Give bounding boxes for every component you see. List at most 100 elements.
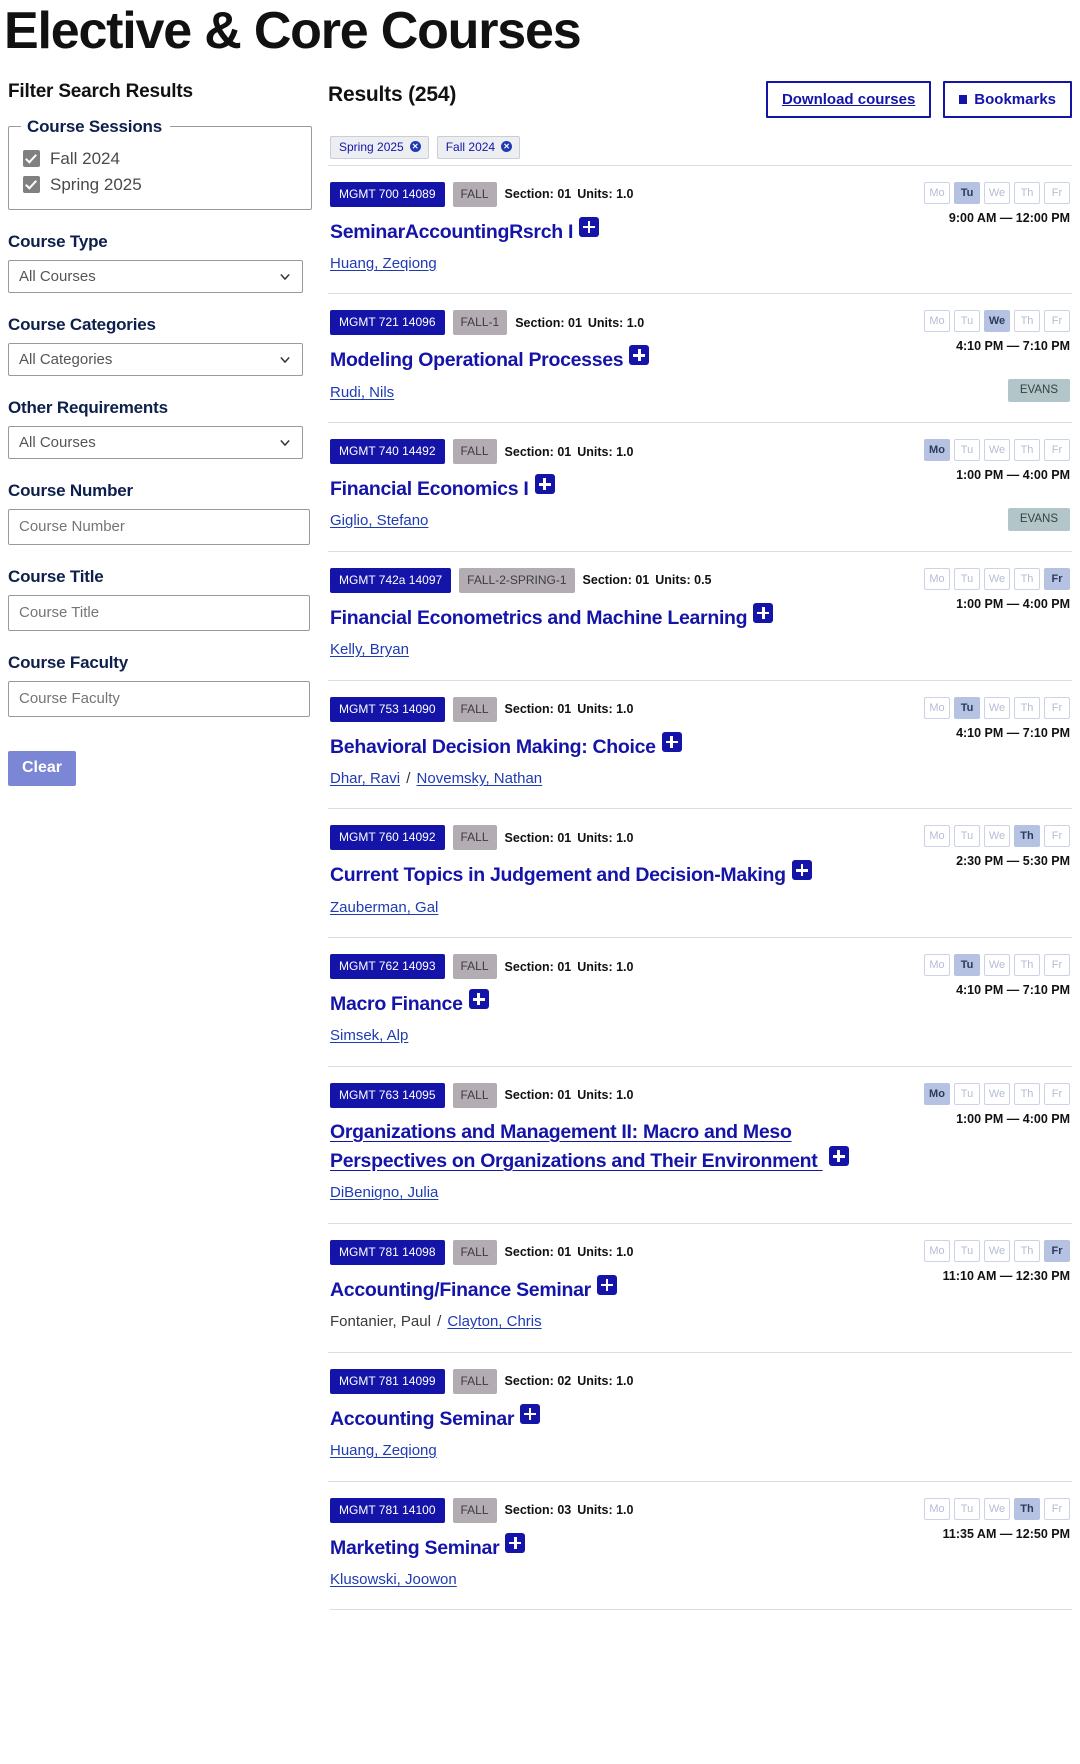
- course-section-units: Section: 03 Units: 1.0: [505, 1503, 634, 1517]
- course-title-link[interactable]: Marketing Seminar: [330, 1537, 500, 1559]
- course-code-badge[interactable]: MGMT 781 14100: [330, 1497, 445, 1523]
- day-indicator-we: We: [984, 1082, 1010, 1105]
- day-indicator-tu: Tu: [954, 825, 980, 848]
- clear-filters-button[interactable]: Clear: [8, 750, 77, 786]
- add-course-plus-icon[interactable]: [579, 216, 600, 237]
- add-course-plus-icon[interactable]: [468, 989, 489, 1010]
- course-section: Section: 02: [504, 1374, 572, 1389]
- course-units: Units: 1.0: [577, 1088, 634, 1103]
- remove-chip-icon[interactable]: ✕: [501, 141, 513, 153]
- course-code-badge[interactable]: MGMT 753 14090: [330, 696, 445, 722]
- day-indicator-we: We: [984, 310, 1010, 333]
- course-code-badge[interactable]: MGMT 781 14099: [330, 1368, 445, 1394]
- checkbox-fall-2024[interactable]: Fall 2024: [23, 149, 299, 169]
- add-course-plus-icon[interactable]: [791, 860, 812, 881]
- day-indicator-tu: Tu: [954, 310, 980, 333]
- course-title-link[interactable]: Modeling Operational Processes: [330, 349, 624, 371]
- course-title-input[interactable]: [8, 594, 310, 631]
- faculty-link[interactable]: DiBenigno, Julia: [330, 1184, 438, 1201]
- faculty-link[interactable]: Simsek, Alp: [330, 1027, 408, 1044]
- faculty-link[interactable]: Kelly, Bryan: [330, 641, 409, 658]
- course-code-badge[interactable]: MGMT 700 14089: [330, 181, 445, 207]
- course-main: MGMT 762 14093 FALL Section: 01 Units: 1.0 M…: [328, 954, 904, 1048]
- day-indicator-we: We: [984, 1497, 1010, 1520]
- course-categories-select[interactable]: All Categories: [8, 342, 303, 376]
- course-categories-field: Course Categories All Categories: [8, 315, 312, 376]
- course-title-line: Accounting/Finance Seminar: [330, 1274, 904, 1304]
- course-result-row: MGMT 742a 14097 FALL-2-SPRING-1 Section: 0…: [328, 550, 1072, 680]
- filter-chip[interactable]: Fall 2024 ✕: [436, 135, 521, 159]
- faculty-link[interactable]: Giglio, Stefano: [330, 512, 428, 529]
- faculty-link[interactable]: Rudi, Nils: [330, 384, 394, 401]
- course-code-badge[interactable]: MGMT 760 14092: [330, 825, 445, 851]
- other-requirements-label: Other Requirements: [8, 397, 168, 417]
- add-course-plus-icon[interactable]: [828, 1146, 849, 1167]
- faculty-link[interactable]: Huang, Zeqiong: [330, 1442, 437, 1459]
- course-title-link[interactable]: SeminarAccountingRsrch I: [330, 221, 573, 243]
- course-results-list: MGMT 700 14089 FALL Section: 01 Units: 1.0 S…: [328, 164, 1072, 1610]
- faculty-link[interactable]: Dhar, Ravi: [330, 770, 400, 787]
- chevron-down-icon: [280, 357, 290, 363]
- day-indicator-th: Th: [1014, 696, 1040, 719]
- add-course-plus-icon[interactable]: [534, 474, 555, 495]
- course-code-badge[interactable]: MGMT 721 14096: [330, 310, 445, 336]
- course-number-input[interactable]: [8, 508, 310, 545]
- add-course-plus-icon[interactable]: [596, 1274, 617, 1295]
- course-schedule: Mo Tu We Th Fr 4:10 PM — 7:10 PM: [904, 954, 1072, 1048]
- day-indicator-fr: Fr: [1044, 1239, 1070, 1262]
- course-title-link[interactable]: Organizations and Management II: Macro a…: [330, 1121, 823, 1172]
- filter-chip[interactable]: Spring 2025 ✕: [330, 135, 429, 159]
- course-time: 1:00 PM — 4:00 PM: [956, 596, 1070, 611]
- course-title-link[interactable]: Accounting Seminar: [330, 1408, 515, 1430]
- course-number-label: Course Number: [8, 480, 133, 500]
- faculty-separator: /: [432, 1313, 446, 1331]
- course-title-link[interactable]: Macro Finance: [330, 993, 463, 1015]
- filter-sidebar-heading: Filter Search Results: [8, 80, 193, 102]
- add-course-plus-icon[interactable]: [753, 602, 774, 623]
- course-title-link[interactable]: Accounting/Finance Seminar: [330, 1279, 591, 1301]
- course-main: MGMT 763 14095 FALL Section: 01 Units: 1.0 O…: [328, 1082, 904, 1205]
- faculty-link[interactable]: Clayton, Chris: [447, 1313, 541, 1330]
- download-courses-button[interactable]: Download courses: [765, 80, 932, 118]
- course-code-badge[interactable]: MGMT 742a 14097: [330, 567, 452, 593]
- bookmarks-button[interactable]: Bookmarks: [943, 80, 1072, 118]
- faculty-link[interactable]: Zauberman, Gal: [330, 899, 438, 916]
- course-faculty-input[interactable]: [8, 680, 310, 717]
- faculty-link[interactable]: Klusowski, Joowon: [330, 1571, 457, 1588]
- day-indicator-fr: Fr: [1044, 954, 1070, 977]
- add-course-plus-icon[interactable]: [629, 345, 650, 366]
- day-indicator-tu: Tu: [954, 567, 980, 590]
- course-units: Units: 1.0: [577, 702, 634, 717]
- course-section-units: Section: 01 Units: 1.0: [505, 702, 634, 716]
- other-requirements-select[interactable]: All Courses: [8, 425, 303, 459]
- course-type-select[interactable]: All Courses: [8, 259, 303, 293]
- checkbox-icon[interactable]: [23, 150, 40, 168]
- bookmarks-label: Bookmarks: [974, 90, 1056, 108]
- remove-chip-icon[interactable]: ✕: [409, 141, 421, 153]
- course-title-link[interactable]: Financial Economics I: [330, 478, 529, 500]
- course-main: MGMT 781 14100 FALL Section: 03 Units: 1.0 M…: [328, 1497, 904, 1592]
- course-day-indicators: Mo Tu We Th Fr: [904, 567, 1070, 590]
- course-title-link[interactable]: Financial Econometrics and Machine Learn…: [330, 607, 748, 629]
- faculty-link[interactable]: Novemsky, Nathan: [417, 770, 543, 787]
- add-course-plus-icon[interactable]: [520, 1403, 541, 1424]
- faculty-link[interactable]: Huang, Zeqiong: [330, 255, 437, 272]
- course-day-indicators: Mo Tu We Th Fr: [904, 310, 1070, 333]
- course-title-link[interactable]: Behavioral Decision Making: Choice: [330, 736, 656, 758]
- course-title-line: SeminarAccountingRsrch I: [330, 216, 904, 246]
- course-code-badge[interactable]: MGMT 762 14093: [330, 954, 445, 980]
- course-title-link[interactable]: Current Topics in Judgement and Decision…: [330, 864, 786, 886]
- add-course-plus-icon[interactable]: [505, 1532, 526, 1553]
- results-count: Results (254): [328, 82, 457, 106]
- checkbox-spring-2025[interactable]: Spring 2025: [23, 175, 299, 195]
- course-units: Units: 1.0: [577, 830, 634, 845]
- course-code-badge[interactable]: MGMT 763 14095: [330, 1082, 445, 1108]
- day-indicator-th: Th: [1014, 1082, 1040, 1105]
- checkbox-icon[interactable]: [23, 176, 40, 194]
- course-code-badge[interactable]: MGMT 781 14098: [330, 1239, 445, 1265]
- add-course-plus-icon[interactable]: [661, 731, 682, 752]
- course-code-badge[interactable]: MGMT 740 14492: [330, 439, 445, 465]
- course-type-label: Course Type: [8, 231, 108, 251]
- course-time: 4:10 PM — 7:10 PM: [956, 725, 1070, 740]
- day-indicator-tu: Tu: [954, 439, 980, 462]
